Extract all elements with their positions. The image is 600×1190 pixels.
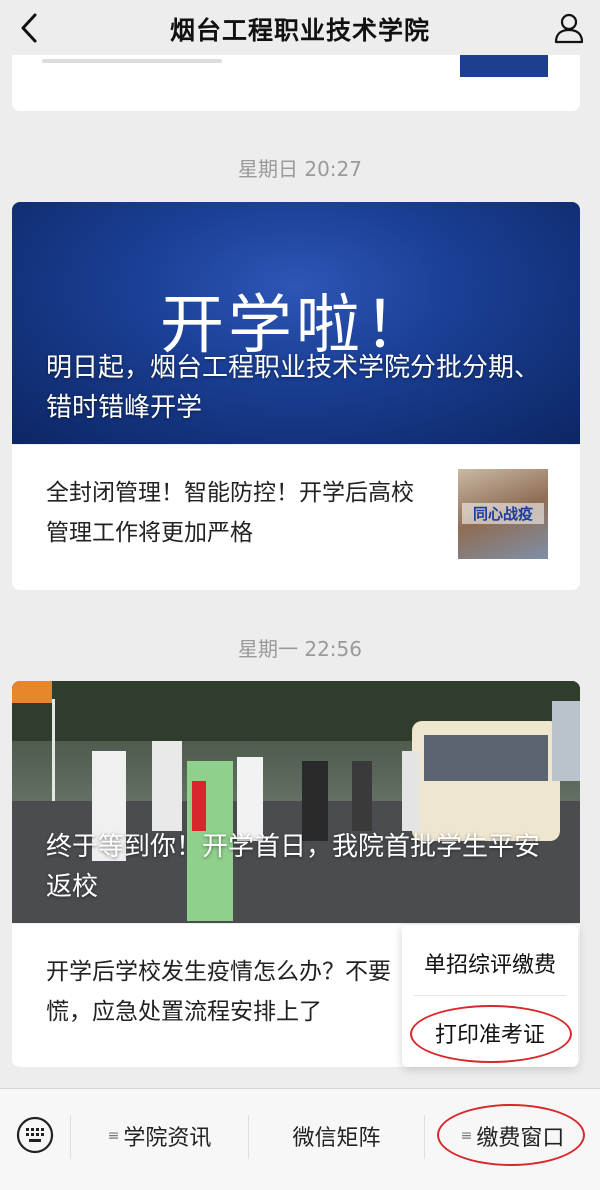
tab-label: 微信矩阵 (292, 1126, 381, 1151)
annotation-circle (437, 1104, 585, 1166)
tab-college-news[interactable]: ≡ 学院资讯 (71, 1105, 248, 1167)
annotation-circle (410, 1005, 572, 1063)
menu-item-exam-fee[interactable]: 单招综评缴费 (402, 947, 578, 979)
nav-header: 烟台工程职业技术学院 (0, 0, 600, 58)
previous-message-card[interactable] (12, 55, 580, 111)
message-time: 星期一 22:56 (238, 637, 362, 661)
sub-article-title: 全封闭管理！智能防控！开学后高校管理工作将更加严格 (46, 480, 414, 546)
thumbnail-image (460, 55, 548, 77)
person-icon[interactable] (552, 11, 586, 45)
text-fragment (42, 59, 222, 63)
banner-caption: 终于等到你！开学首日，我院首批学生平安返校 (46, 832, 541, 902)
article-banner[interactable]: 终于等到你！开学首日，我院首批学生平安返校 (12, 681, 580, 923)
banner-caption: 明日起，烟台工程职业技术学院分批分期、错时错峰开学 (46, 353, 541, 423)
tab-wechat-matrix[interactable]: 微信矩阵 (249, 1105, 424, 1167)
thumbnail-text: 同心战疫 (462, 503, 544, 524)
menu-lines-icon: ≡ (107, 1128, 120, 1144)
sub-article-title: 开学后学校发生疫情怎么办？不要慌，应急处置流程安排上了 (46, 959, 391, 1025)
tab-label: 学院资讯 (123, 1126, 212, 1151)
menu-divider (414, 995, 566, 996)
keyboard-icon[interactable] (13, 1113, 57, 1157)
page-title: 烟台工程职业技术学院 (169, 16, 430, 45)
article-banner[interactable]: 开学啦！ 明日起，烟台工程职业技术学院分批分期、错时错峰开学 (12, 202, 580, 444)
sub-article-row[interactable]: 全封闭管理！智能防控！开学后高校管理工作将更加严格 同心战疫 (12, 444, 580, 589)
sub-article-thumbnail: 同心战疫 (458, 469, 548, 559)
message-time: 星期日 20:27 (238, 157, 362, 181)
chevron-left-icon[interactable] (14, 12, 46, 44)
article-card: 开学啦！ 明日起，烟台工程职业技术学院分批分期、错时错峰开学 全封闭管理！智能防… (12, 202, 580, 590)
